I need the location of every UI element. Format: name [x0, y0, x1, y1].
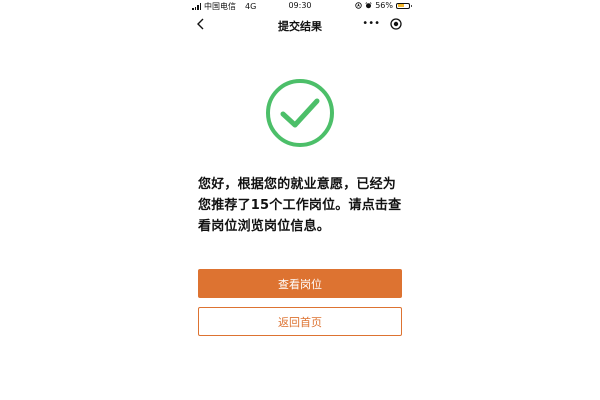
- status-bar: 中国电信 4G 09:30 56%: [186, 0, 414, 12]
- battery-icon: [396, 2, 412, 9]
- phone-screen: 中国电信 4G 09:30 56% 提交结果 ••• 您好，根据您的就业意愿，已…: [186, 0, 414, 400]
- battery-percent: 56%: [375, 1, 393, 10]
- location-icon: [355, 2, 362, 9]
- nav-bar: 提交结果 •••: [186, 12, 414, 38]
- alarm-icon: [365, 2, 372, 9]
- target-icon[interactable]: [390, 18, 402, 30]
- result-message: 您好，根据您的就业意愿，已经为您推荐了15个工作岗位。请点击查看岗位浏览岗位信息…: [198, 177, 402, 234]
- view-jobs-button[interactable]: 查看岗位: [198, 269, 402, 298]
- status-right: 56%: [355, 1, 412, 10]
- check-circle-icon: [266, 79, 334, 147]
- more-menu-icon[interactable]: •••: [362, 18, 380, 29]
- back-home-button[interactable]: 返回首页: [198, 307, 402, 336]
